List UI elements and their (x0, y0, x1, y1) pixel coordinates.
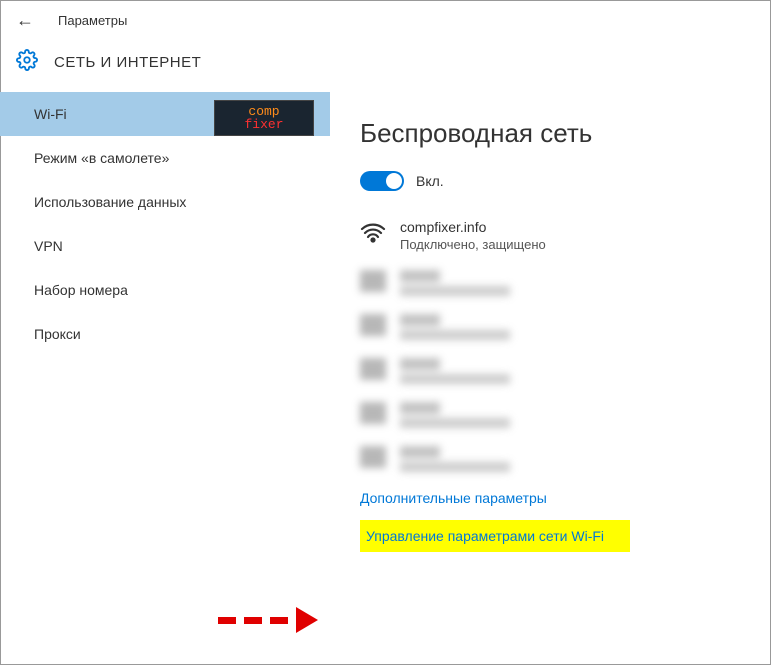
network-item-blurred (360, 402, 741, 428)
logo-line2: fixer (244, 118, 283, 131)
sidebar-item-label: Использование данных (34, 194, 186, 210)
sidebar-item-label: Прокси (34, 326, 81, 342)
sidebar-item-dialup[interactable]: Набор номера (0, 268, 330, 312)
sidebar-item-data-usage[interactable]: Использование данных (0, 180, 330, 224)
sidebar-item-label: VPN (34, 238, 63, 254)
wifi-icon (360, 221, 386, 243)
sidebar-item-label: Набор номера (34, 282, 128, 298)
sidebar-item-label: Wi-Fi (34, 106, 67, 122)
network-status: Подключено, защищено (400, 237, 546, 252)
toggle-label: Вкл. (416, 173, 444, 189)
sidebar-item-vpn[interactable]: VPN (0, 224, 330, 268)
network-item-blurred (360, 358, 741, 384)
header-title: Параметры (58, 13, 127, 28)
arrow-triangle-icon (296, 607, 318, 633)
page-title: Беспроводная сеть (360, 118, 741, 149)
arrow-annotation (218, 607, 318, 633)
network-item-blurred (360, 314, 741, 340)
header: ← Параметры (0, 0, 771, 41)
toggle-knob (386, 173, 402, 189)
network-name: compfixer.info (400, 219, 546, 235)
back-arrow-icon[interactable]: ← (16, 10, 34, 31)
section-header: СЕТЬ И ИНТЕРНЕТ (0, 41, 771, 92)
logo-badge: comp fixer (214, 100, 314, 136)
sidebar-item-airplane[interactable]: Режим «в самолете» (0, 136, 330, 180)
network-item-blurred (360, 446, 741, 472)
sidebar: Wi-Fi comp fixer Режим «в самолете» Испо… (0, 92, 330, 667)
link-manage-wifi[interactable]: Управление параметрами сети Wi-Fi (360, 520, 630, 552)
wifi-toggle-row: Вкл. (360, 171, 741, 191)
main-content: Беспроводная сеть Вкл. compfixer.info По… (330, 92, 771, 667)
wifi-toggle[interactable] (360, 171, 404, 191)
section-title: СЕТЬ И ИНТЕРНЕТ (54, 54, 201, 71)
sidebar-item-wifi[interactable]: Wi-Fi comp fixer (0, 92, 330, 136)
sidebar-item-label: Режим «в самолете» (34, 150, 169, 166)
network-item-blurred (360, 270, 741, 296)
gear-icon (16, 49, 38, 76)
sidebar-item-proxy[interactable]: Прокси (0, 312, 330, 356)
link-advanced-settings[interactable]: Дополнительные параметры (360, 490, 741, 506)
network-item-connected[interactable]: compfixer.info Подключено, защищено (360, 219, 741, 252)
